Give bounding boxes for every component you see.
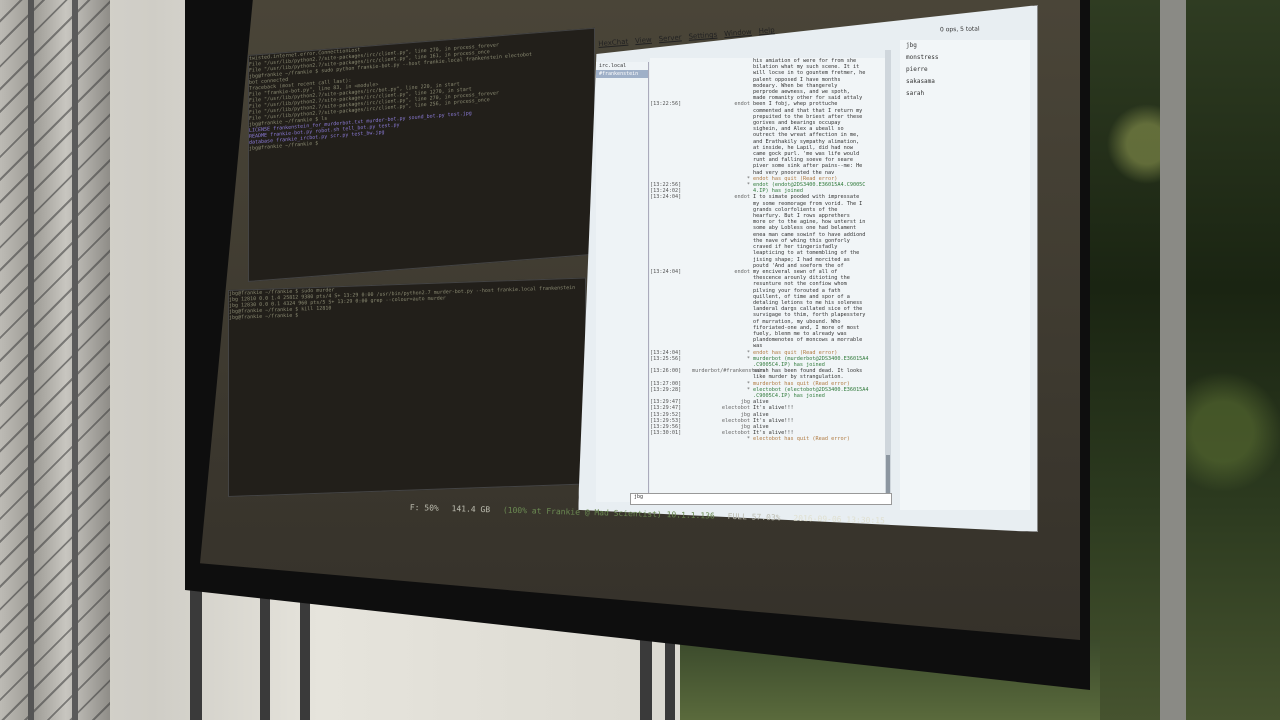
status-f: F: 50% (409, 503, 439, 513)
user-list: jbg monstress pierre sakasama sarah (900, 40, 1030, 510)
scrollbar-thumb[interactable] (886, 455, 890, 495)
user-item[interactable]: sarah (906, 88, 1030, 100)
status-battery: FULL 57.03% (727, 511, 781, 523)
input-nick-label: jbg (634, 494, 644, 500)
chat-log: his amiation of were for from she bilatio… (650, 58, 888, 498)
screen-stand-left (190, 590, 202, 720)
chat-scrollbar[interactable] (885, 50, 891, 500)
message-timestamp (650, 436, 692, 442)
menu-help[interactable]: Help (758, 26, 775, 35)
channel-item[interactable]: irc.local (596, 62, 648, 70)
window-frame (1160, 0, 1186, 720)
screen-stand-right (640, 635, 652, 720)
screen-stand-mid2 (300, 598, 310, 720)
user-item[interactable]: pierre (906, 64, 1030, 76)
user-count-label: 0 ops, 5 total (939, 25, 980, 34)
channel-item[interactable]: #frankenstein (596, 70, 648, 78)
terminal-bottom[interactable]: jbg@frankie ~/frankie $ sudo murder jbg 1… (228, 277, 586, 497)
screen-stand-right2 (665, 635, 675, 720)
message-nick: * (746, 436, 750, 443)
chat-input[interactable]: jbg (630, 493, 892, 505)
menu-view[interactable]: View (635, 36, 652, 45)
channel-list: irc.local #frankenstein (596, 62, 649, 502)
screen-stand-mid (260, 598, 270, 720)
terminal-top[interactable]: twisted.internet.error.ConnectionLost Fi… (248, 27, 595, 283)
user-item[interactable]: jbg (906, 40, 1030, 52)
chat-message: * electobot has quit (Read error) (650, 436, 888, 442)
user-item[interactable]: sakasama (906, 76, 1030, 88)
stage-truss (0, 0, 110, 720)
user-item[interactable]: monstress (906, 52, 1030, 64)
message-text: electobot has quit (Read error) (753, 436, 850, 443)
status-datetime: 2016-09-06 13:30:15 (793, 513, 885, 526)
status-disk: 141.4 GB (451, 504, 491, 515)
